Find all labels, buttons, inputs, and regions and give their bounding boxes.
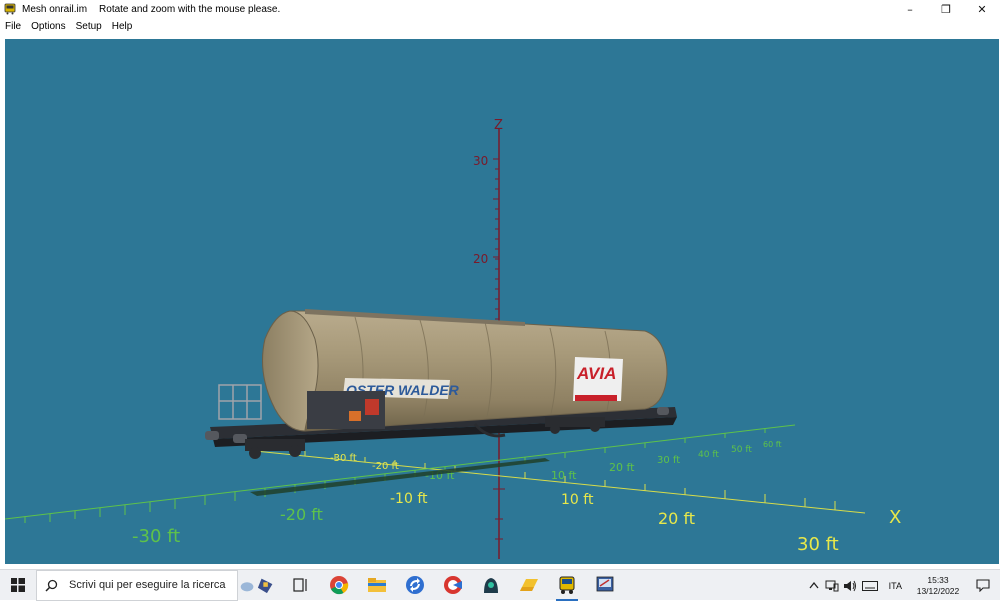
green-tick-20: 20 ft <box>609 461 635 474</box>
x-tick-minus10: -10 ft <box>390 491 428 507</box>
window-controls: – ❐ ✕ <box>892 0 1000 18</box>
task-view-icon[interactable] <box>282 570 320 601</box>
menu-help[interactable]: Help <box>107 21 138 32</box>
clock-date: 13/12/2022 <box>916 585 960 596</box>
network-icon[interactable] <box>823 570 841 601</box>
file-explorer-icon[interactable] <box>358 570 396 601</box>
title-bar: Mesh onrail.im Rotate and zoom with the … <box>0 0 1000 18</box>
window-title: Mesh onrail.im <box>22 3 88 15</box>
tank-wagon-model[interactable]: OSTER WALDER AVIA <box>205 309 677 459</box>
green-tick-30: 30 ft <box>657 455 680 466</box>
x-tick-minus20: -20 ft <box>372 461 399 472</box>
z-tick-30: 30 <box>473 154 488 168</box>
menu-bar: File Options Setup Help <box>0 18 1000 34</box>
x-axis-label: X <box>889 507 901 528</box>
green-tick-60: 60 ft <box>763 440 782 449</box>
chrome-icon[interactable] <box>320 570 358 601</box>
app-icon <box>4 3 16 15</box>
green-tick-50: 50 ft <box>731 445 752 455</box>
drive-app-icon[interactable] <box>510 570 548 601</box>
x-tick-10: 10 ft <box>561 492 594 508</box>
z-tick-20: 20 <box>473 252 488 266</box>
clock[interactable]: 15:33 13/12/2022 <box>910 575 966 597</box>
keyboard-icon[interactable] <box>859 570 881 601</box>
restore-button[interactable]: ❐ <box>928 0 964 18</box>
game-app-icon[interactable] <box>472 570 510 601</box>
x-tick-minus30: -30 ft <box>330 453 357 464</box>
green-tick-10: 10 ft <box>551 469 577 482</box>
menu-file[interactable]: File <box>0 21 26 32</box>
taskbar: Scrivi qui per eseguire la ricerca ITA 1… <box>0 569 1000 601</box>
sync-app-icon[interactable] <box>396 570 434 601</box>
ccleaner-icon[interactable] <box>434 570 472 601</box>
taskbar-search[interactable]: Scrivi qui per eseguire la ricerca <box>36 569 238 601</box>
search-placeholder: Scrivi qui per eseguire la ricerca <box>69 579 226 591</box>
window-hint: Rotate and zoom with the mouse please. <box>99 3 281 15</box>
green-tick-minus20: -20 ft <box>280 505 323 524</box>
close-button[interactable]: ✕ <box>964 0 1000 18</box>
scene-canvas[interactable]: Z 30 20 X -30 ft -20 ft -10 ft 10 ft 20 … <box>5 39 999 564</box>
x-tick-20: 20 ft <box>658 509 695 528</box>
green-tick-minus30: -30 ft <box>132 526 180 547</box>
wagon-text-avia: AVIA <box>576 364 616 383</box>
clock-time: 15:33 <box>927 574 949 585</box>
z-axis-label: Z <box>494 118 503 133</box>
pinned-apps <box>238 570 624 601</box>
3d-viewport[interactable]: Z 30 20 X -30 ft -20 ft -10 ft 10 ft 20 … <box>5 39 999 564</box>
volume-icon[interactable] <box>841 570 859 601</box>
system-tray: ITA 15:33 13/12/2022 <box>805 570 1000 601</box>
windows-logo-icon <box>11 578 25 592</box>
search-icon <box>45 579 65 592</box>
menu-setup[interactable]: Setup <box>71 21 107 32</box>
green-tick-40: 40 ft <box>698 450 719 460</box>
chevron-up-icon[interactable] <box>805 570 823 601</box>
train-app-icon[interactable] <box>548 570 586 601</box>
x-tick-30: 30 ft <box>797 534 839 555</box>
mesh-editor-icon[interactable] <box>586 570 624 601</box>
notification-icon[interactable] <box>966 570 1000 601</box>
language-indicator[interactable]: ITA <box>881 581 910 591</box>
start-button[interactable] <box>0 570 36 601</box>
menu-options[interactable]: Options <box>26 21 70 32</box>
search-highlight-icon[interactable] <box>238 570 276 601</box>
minimize-button[interactable]: – <box>892 0 928 18</box>
